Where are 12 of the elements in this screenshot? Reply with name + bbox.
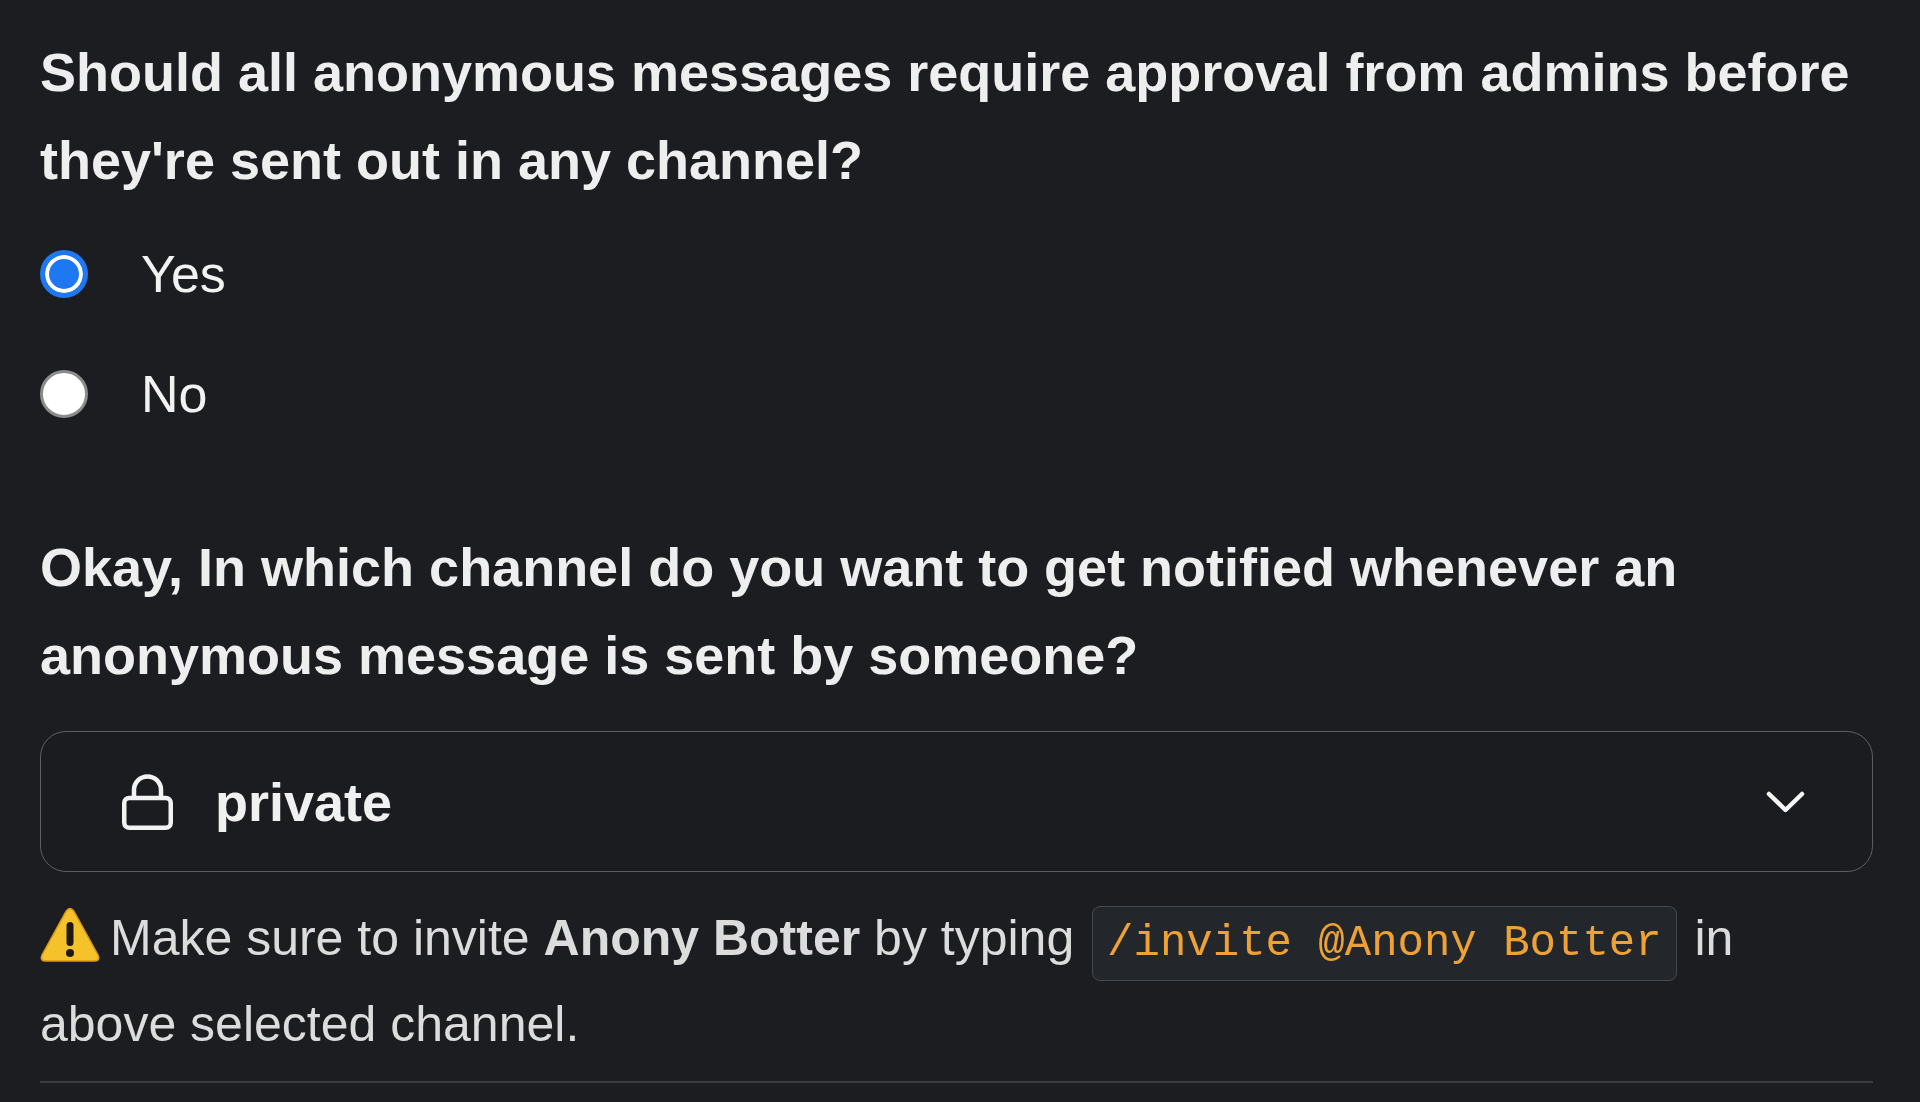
question-text: Should all anonymous messages require approval from admins before they're sent out in any channel? bbox=[40, 41, 1851, 192]
inline-code: /invite @Anony Botter bbox=[1092, 906, 1677, 981]
radio-label[interactable]: Yes bbox=[141, 244, 226, 304]
channel-select[interactable]: private bbox=[40, 731, 1873, 872]
warning-message: Make sure to invite Anony Botter by typing /invite @Anony Botter in above selected channel. bbox=[40, 895, 1873, 1067]
radio-button[interactable] bbox=[40, 250, 88, 298]
question-text: Okay, In which channel do you want to get notified whenever an anonymous message is sent by someone? bbox=[40, 536, 1679, 687]
lock-icon bbox=[122, 773, 173, 830]
radio-label[interactable]: No bbox=[141, 364, 208, 424]
chevron-down-icon bbox=[1766, 790, 1805, 813]
warning-icon bbox=[40, 907, 100, 963]
radio-button[interactable] bbox=[40, 370, 88, 418]
